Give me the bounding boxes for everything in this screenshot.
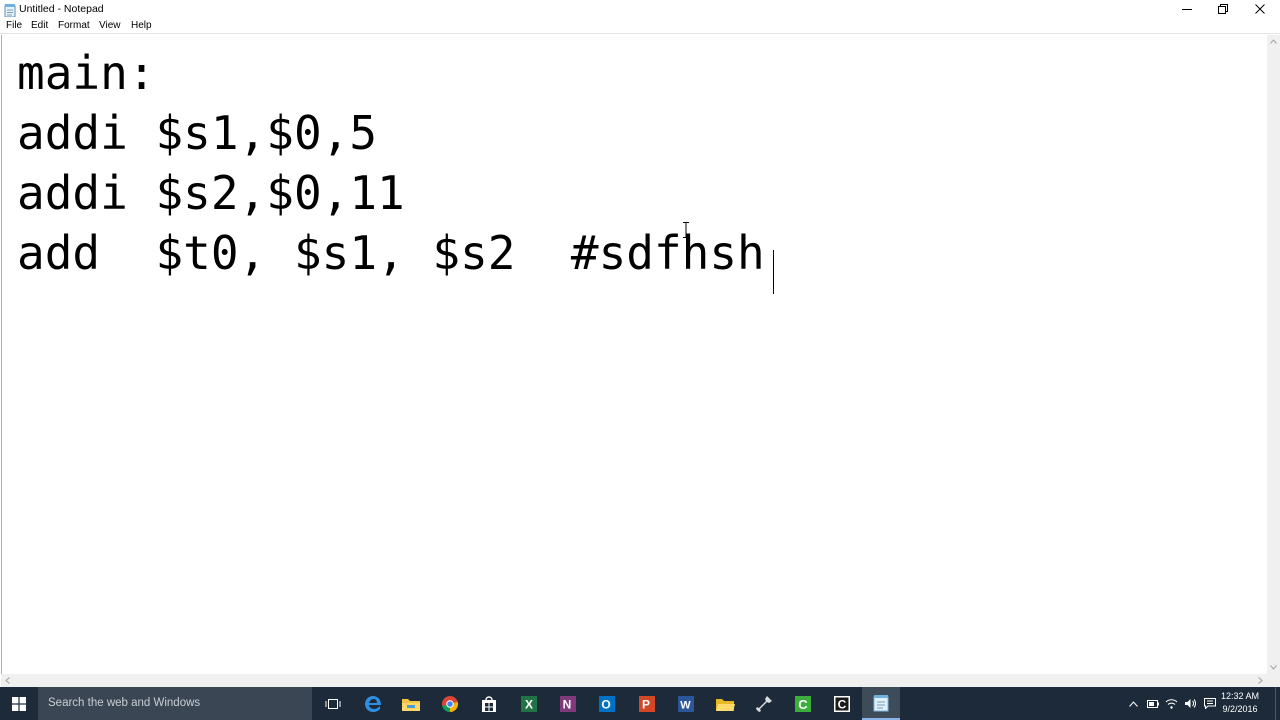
outlook-button[interactable]: O [588, 687, 626, 720]
svg-text:X: X [525, 697, 533, 711]
clock-time: 12:32 AM [1220, 691, 1260, 701]
tool-icon [756, 695, 772, 712]
excel-icon: X [521, 695, 537, 712]
horizontal-scrollbar[interactable] [1, 674, 1267, 687]
action-center-button[interactable] [1200, 687, 1219, 720]
battery-button[interactable] [1143, 687, 1162, 720]
search-box[interactable]: Search the web and Windows [38, 687, 312, 720]
edge-icon [365, 695, 381, 712]
scroll-up-icon[interactable] [1267, 35, 1280, 48]
minimize-button[interactable] [1169, 0, 1205, 18]
scroll-right-icon[interactable] [1254, 674, 1267, 687]
svg-text:N: N [563, 697, 572, 711]
svg-text:C: C [798, 697, 808, 712]
menu-edit[interactable]: Edit [31, 20, 48, 31]
notepad-taskbar-button[interactable] [862, 687, 900, 720]
folder-icon [716, 698, 735, 711]
app-c-green-icon: C [795, 695, 811, 712]
scroll-down-icon[interactable] [1267, 661, 1280, 674]
menu-bar: File Edit Format View Help [0, 18, 1280, 34]
wifi-icon [1165, 699, 1178, 709]
close-button[interactable] [1242, 0, 1278, 18]
outlook-icon: O [599, 695, 615, 712]
text-caret [773, 250, 774, 294]
network-button[interactable] [1162, 687, 1181, 720]
ibeam-cursor-icon [683, 222, 689, 238]
onenote-button[interactable]: N [549, 687, 587, 720]
folder-button[interactable] [706, 687, 744, 720]
editor-line: main: [17, 46, 156, 100]
minimize-icon [1182, 9, 1192, 10]
menu-file[interactable]: File [6, 20, 22, 31]
app-c-green-button[interactable]: C [784, 687, 822, 720]
task-view-icon [325, 698, 341, 709]
onenote-icon: N [560, 695, 576, 712]
task-view-button[interactable] [314, 687, 352, 720]
editor-line: addi $s1,$0,5 [17, 106, 378, 160]
chrome-icon [442, 695, 459, 712]
notifications-icon [1203, 698, 1216, 709]
tool-button[interactable] [745, 687, 783, 720]
svg-text:C: C [838, 697, 847, 711]
store-button[interactable] [470, 687, 508, 720]
word-icon: W [678, 695, 694, 712]
excel-button[interactable]: X [510, 687, 548, 720]
start-button[interactable] [0, 687, 38, 720]
show-hidden-icons-button[interactable] [1124, 687, 1143, 720]
volume-button[interactable] [1181, 687, 1200, 720]
windows-logo-icon [12, 696, 26, 711]
restore-icon [1218, 4, 1228, 14]
notepad-icon [4, 2, 16, 18]
search-placeholder: Search the web and Windows [48, 697, 201, 709]
clock[interactable]: 12:32 AM 9/2/2016 [1220, 690, 1260, 716]
battery-icon [1146, 699, 1159, 708]
editor-line: addi $s2,$0,11 [17, 166, 405, 220]
chrome-button[interactable] [431, 687, 469, 720]
scroll-left-icon[interactable] [1, 674, 14, 687]
svg-text:W: W [680, 699, 691, 711]
vertical-scrollbar[interactable] [1267, 35, 1280, 674]
powerpoint-button[interactable]: P [628, 687, 666, 720]
show-desktop-button[interactable] [1275, 687, 1280, 720]
menu-help[interactable]: Help [131, 20, 152, 31]
window-title: Untitled - Notepad [19, 3, 104, 15]
menu-format[interactable]: Format [58, 20, 90, 31]
chevron-up-icon [1129, 700, 1138, 707]
text-editor[interactable]: main: addi $s1,$0,5 addi $s2,$0,11 add $… [1, 35, 1267, 674]
editor-line: add $t0, $s1, $s2 #sdfhsh [17, 226, 765, 280]
svg-text:P: P [642, 697, 650, 711]
speaker-icon [1185, 699, 1196, 708]
word-button[interactable]: W [667, 687, 705, 720]
powerpoint-icon: P [639, 695, 655, 712]
file-explorer-button[interactable] [392, 687, 430, 720]
menu-view[interactable]: View [99, 20, 121, 31]
scrollbar-corner [1267, 674, 1280, 687]
close-icon [1255, 4, 1265, 14]
app-c-dark-icon: C [834, 695, 850, 712]
app-c-dark-button[interactable]: C [823, 687, 861, 720]
svg-text:O: O [601, 697, 610, 711]
clock-date: 9/2/2016 [1222, 704, 1258, 714]
file-explorer-icon [402, 698, 420, 711]
notepad-icon [873, 694, 889, 711]
title-bar[interactable]: Untitled - Notepad [0, 0, 1280, 18]
taskbar: Search the web and Windows X N O P W C C… [0, 687, 1280, 720]
store-icon [482, 695, 496, 712]
restore-button[interactable] [1205, 0, 1241, 18]
edge-button[interactable] [354, 687, 392, 720]
